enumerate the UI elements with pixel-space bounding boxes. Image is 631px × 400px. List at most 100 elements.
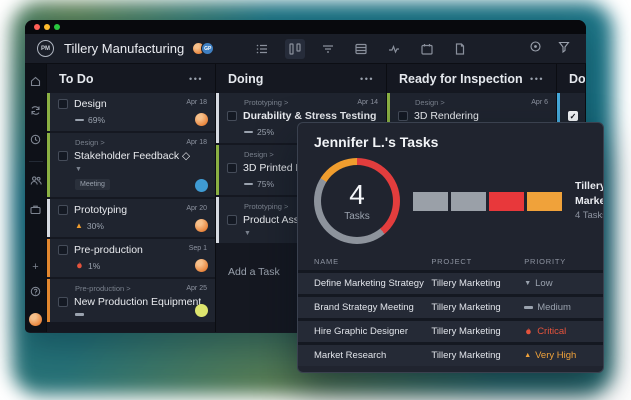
due-date: Sep 1 xyxy=(189,245,207,252)
task-card[interactable]: Pre-production Sep 1 1% xyxy=(47,239,215,277)
due-date: Apr 6 xyxy=(531,99,548,106)
progress-dash-icon xyxy=(244,131,253,134)
zoom-window-button[interactable] xyxy=(54,24,60,30)
task-project: Tillery Marketing xyxy=(431,278,524,289)
briefcase-icon[interactable] xyxy=(30,202,41,220)
due-date: Apr 25 xyxy=(186,285,207,292)
task-count-label: Tasks xyxy=(344,211,370,222)
task-checkbox[interactable] xyxy=(58,245,68,255)
progress-value: 69% xyxy=(88,115,105,125)
table-header: NAME PROJECT PRIORITY xyxy=(298,252,603,270)
column-title: Done xyxy=(569,72,586,86)
app-header: PM Tillery Manufacturing GP xyxy=(25,34,586,64)
filter-rows-icon[interactable] xyxy=(318,39,338,59)
task-card[interactable]: Pre-production > New Production Equipmen… xyxy=(47,279,215,322)
visibility-icon[interactable] xyxy=(529,40,542,58)
task-checkbox[interactable] xyxy=(227,163,237,173)
assignee-avatar xyxy=(195,219,208,232)
up-arrow-icon: ▲ xyxy=(524,352,531,359)
task-checkbox[interactable] xyxy=(398,111,408,121)
parent-breadcrumb: Design > xyxy=(415,98,548,107)
tasks-donut-ring: 4 Tasks xyxy=(314,158,400,244)
task-checkbox[interactable] xyxy=(227,111,237,121)
priority-bar-segment xyxy=(451,192,486,211)
column-menu-icon[interactable]: ••• xyxy=(530,74,544,84)
task-card[interactable]: Prototyping Apr 20 ▲ 30% xyxy=(47,199,215,237)
filter-funnel-icon[interactable] xyxy=(558,40,570,58)
minimize-window-button[interactable] xyxy=(44,24,50,30)
close-window-button[interactable] xyxy=(34,24,40,30)
table-row[interactable]: Market Research Tillery Marketing ▲ Very… xyxy=(298,342,603,366)
home-icon[interactable] xyxy=(30,74,41,92)
progress-value: 25% xyxy=(257,127,274,137)
header-priority: PRIORITY xyxy=(524,257,587,266)
task-checkbox[interactable] xyxy=(58,297,68,307)
progress-dash-icon xyxy=(75,313,84,316)
due-date: Apr 20 xyxy=(186,205,207,212)
member-avatars: GP xyxy=(192,42,214,55)
legend-project-name: Tillery Marketing xyxy=(575,179,604,209)
help-icon[interactable] xyxy=(30,284,41,302)
view-toolbar xyxy=(252,39,470,59)
priority-label: Critical xyxy=(537,326,566,337)
table-row[interactable]: Define Marketing Strategy Tillery Market… xyxy=(298,270,603,294)
progress-value: 75% xyxy=(257,179,274,189)
priority-bar-segment xyxy=(527,192,562,211)
task-project: Tillery Marketing xyxy=(431,326,524,337)
sync-icon[interactable] xyxy=(30,103,41,121)
column-title: Ready for Inspection xyxy=(399,72,523,86)
due-date: Apr 18 xyxy=(186,99,207,106)
progress-dash-icon xyxy=(75,119,84,122)
user-avatar[interactable] xyxy=(29,313,42,326)
app-logo: PM xyxy=(37,40,54,57)
list-view-icon[interactable] xyxy=(252,39,272,59)
activity-icon[interactable] xyxy=(384,39,404,59)
priority-label: Very High xyxy=(535,350,576,361)
column-todo: To Do ••• Design Apr 18 69% Design > xyxy=(47,64,216,332)
task-tag: Meeting xyxy=(75,179,110,190)
task-title: Prototyping xyxy=(74,204,127,216)
people-icon[interactable] xyxy=(30,173,42,191)
assignee-avatar xyxy=(195,304,208,317)
column-menu-icon[interactable]: ••• xyxy=(189,74,203,84)
left-sidebar: + xyxy=(25,64,47,332)
due-date: Apr 14 xyxy=(357,99,378,106)
table-row[interactable]: Brand Strategy Meeting Tillery Marketing… xyxy=(298,294,603,318)
board-view-icon[interactable] xyxy=(285,39,305,59)
task-name: Brand Strategy Meeting xyxy=(314,302,431,313)
task-checkbox[interactable] xyxy=(58,151,68,161)
project-legend: Tillery Marketing 4 Tasks xyxy=(575,179,604,223)
add-icon[interactable]: + xyxy=(32,262,38,273)
task-name: Market Research xyxy=(314,350,431,361)
task-checkbox-checked[interactable]: ✓ xyxy=(568,111,578,121)
task-card[interactable]: Design > Stakeholder Feedback ◇ Apr 18 ▼… xyxy=(47,133,215,197)
table-row[interactable]: Hire Graphic Designer Tillery Marketing … xyxy=(298,318,603,342)
task-title: Design xyxy=(74,98,107,110)
task-title: 3D Rendering xyxy=(414,110,479,122)
table-view-icon[interactable] xyxy=(351,39,371,59)
progress-dash-icon xyxy=(244,183,253,186)
assignee-avatar xyxy=(195,179,208,192)
task-checkbox[interactable] xyxy=(227,215,237,225)
document-icon[interactable] xyxy=(450,39,470,59)
column-title: Doing xyxy=(228,72,263,86)
task-card[interactable]: Design Apr 18 69% xyxy=(47,93,215,131)
task-title: Durability & Stress Testing xyxy=(243,110,376,122)
low-priority-icon: ▼ xyxy=(75,166,207,173)
add-task-button[interactable]: Add a Task + xyxy=(47,322,215,333)
calendar-icon[interactable] xyxy=(417,39,437,59)
sidebar-divider xyxy=(29,161,43,162)
task-title: New Production Equipment xyxy=(74,296,201,308)
task-title: Stakeholder Feedback ◇ xyxy=(74,150,190,162)
avatar: GP xyxy=(201,42,214,55)
down-arrow-icon: ▼ xyxy=(524,280,531,287)
header-project: PROJECT xyxy=(431,257,524,266)
header-name: NAME xyxy=(314,257,431,266)
progress-value: 30% xyxy=(87,221,104,231)
clock-icon[interactable] xyxy=(30,132,41,150)
task-checkbox[interactable] xyxy=(58,99,68,109)
column-menu-icon[interactable]: ••• xyxy=(360,74,374,84)
task-name: Define Marketing Strategy xyxy=(314,278,431,289)
task-title: Pre-production xyxy=(74,244,143,256)
task-checkbox[interactable] xyxy=(58,205,68,215)
